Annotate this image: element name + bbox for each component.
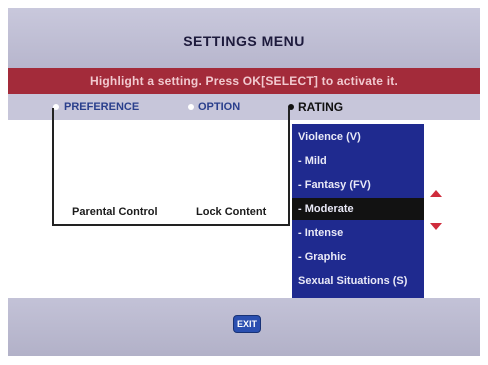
rating-item-fantasy[interactable]: - Fantasy (FV) — [292, 174, 424, 196]
tab-option[interactable]: OPTION — [198, 94, 240, 120]
scroll-down-arrow-icon[interactable] — [430, 223, 442, 230]
rating-item-sexual-situations[interactable]: Sexual Situations (S) — [292, 270, 424, 292]
tab-preference[interactable]: PREFERENCE — [64, 94, 139, 120]
scroll-up-arrow-icon[interactable] — [430, 190, 442, 197]
rating-item-mild[interactable]: - Mild — [292, 150, 424, 172]
option-tab-indicator-icon — [188, 104, 194, 110]
tab-rating[interactable]: RATING — [298, 94, 343, 120]
rating-list: Violence (V) - Mild - Fantasy (FV) - Mod… — [292, 124, 424, 298]
lock-content-label: Lock Content — [196, 206, 267, 218]
instruction-banner: Highlight a setting. Press OK[SELECT] to… — [8, 68, 480, 94]
parental-control-label: Parental Control — [72, 206, 158, 218]
rating-item-moderate[interactable]: - Moderate — [292, 198, 424, 220]
rating-item-graphic[interactable]: - Graphic — [292, 246, 424, 268]
connector-line-vertical-right — [288, 108, 290, 226]
connector-line-vertical-left — [52, 108, 54, 226]
rating-item-intense[interactable]: - Intense — [292, 222, 424, 244]
page-title: SETTINGS MENU — [183, 33, 305, 49]
exit-button[interactable]: EXIT — [233, 315, 261, 333]
tv-screen: SETTINGS MENU Highlight a setting. Press… — [0, 0, 488, 365]
rating-item-violence[interactable]: Violence (V) — [292, 126, 424, 148]
connector-line-horizontal — [52, 224, 290, 226]
tab-bar: PREFERENCE OPTION RATING — [8, 94, 480, 120]
